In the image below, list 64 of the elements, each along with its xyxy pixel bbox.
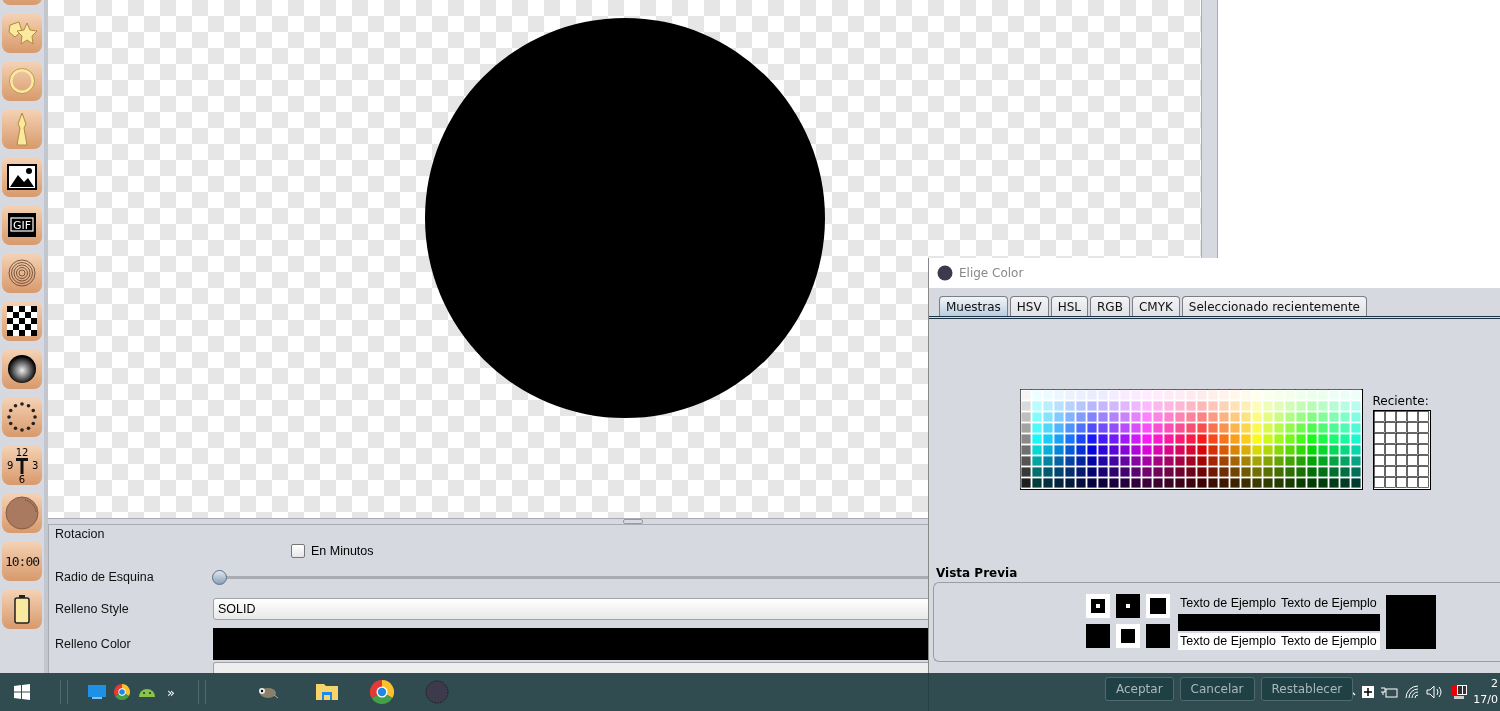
tool-button[interactable]: [2, 589, 42, 629]
stars-icon: [7, 19, 37, 47]
windows-start-icon[interactable]: [14, 684, 30, 700]
plus-icon[interactable]: [1362, 686, 1374, 698]
checkerboard-icon: [5, 304, 39, 338]
browser-icon[interactable]: [114, 684, 130, 700]
tool-button[interactable]: 12 9 3 6: [2, 445, 42, 485]
tool-button[interactable]: [2, 349, 42, 389]
image-icon: [7, 164, 37, 190]
taskbar-separator: [60, 680, 68, 704]
tab[interactable]: Seleccionado recientemente: [1181, 296, 1367, 316]
animal-mascot-icon[interactable]: [256, 685, 278, 699]
taskbar-separator: [198, 680, 206, 704]
checkbox[interactable]: [291, 544, 305, 558]
tab[interactable]: CMYK: [1131, 296, 1180, 316]
tool-button[interactable]: [2, 157, 42, 197]
splitter-handle[interactable]: [623, 519, 643, 524]
folder-icon[interactable]: [316, 682, 338, 702]
section-title: Vista Previa: [936, 566, 1019, 580]
battery-icon: [14, 594, 30, 624]
dialog-button[interactable]: Aceptar: [1105, 677, 1174, 701]
tab[interactable]: HSL: [1050, 296, 1089, 316]
wifi-icon[interactable]: [1404, 685, 1420, 699]
pointer-icon: [15, 112, 29, 146]
gauge-icon: [5, 496, 39, 530]
tool-button[interactable]: 10:00: [2, 541, 42, 581]
property-label: Rotacion: [55, 527, 106, 541]
android-icon[interactable]: [138, 686, 156, 698]
app-icon: [937, 265, 953, 281]
tool-button[interactable]: GIF: [2, 205, 42, 245]
window-title: Elige Color: [959, 266, 1024, 280]
color-preview-square: [1386, 595, 1436, 649]
property-label: Radio de Esquina: [55, 570, 155, 584]
tab[interactable]: HSV: [1009, 296, 1049, 316]
dialog-button[interactable]: Restablecer: [1260, 677, 1354, 701]
dial-ticks-icon: [6, 401, 38, 433]
tab[interactable]: RGB: [1090, 296, 1130, 316]
input-indicator-icon[interactable]: [1450, 684, 1468, 700]
property-label: Relleno Color: [55, 637, 132, 651]
tab[interactable]: Muestras: [939, 296, 1008, 316]
clock-text[interactable]: 17/0: [1473, 692, 1498, 708]
more-icons-button[interactable]: »: [160, 673, 182, 711]
clock-text[interactable]: 2: [1491, 676, 1498, 692]
browser-icon[interactable]: [370, 680, 394, 704]
slider-thumb[interactable]: [212, 569, 227, 585]
recent-label: Reciente:: [1372, 394, 1430, 408]
sample-text: Texto de Ejemplo: [1180, 634, 1276, 648]
monitor-icon[interactable]: [88, 685, 106, 699]
sphere-icon: [7, 354, 37, 384]
sample-text: Texto de Ejemplo: [1280, 596, 1377, 610]
ring-icon: [8, 67, 36, 95]
digital-clock-icon: 10:00: [4, 553, 40, 569]
battery-plug-icon[interactable]: [1380, 686, 1398, 698]
gif-icon: GIF: [7, 212, 37, 238]
speaker-icon[interactable]: [1426, 685, 1444, 699]
color-swatch-grid[interactable]: [1019, 389, 1363, 490]
sample-text: Texto de Ejemplo: [1280, 634, 1377, 648]
tool-button[interactable]: [2, 397, 42, 437]
property-label: Relleno Style: [55, 602, 130, 616]
recent-color-grid[interactable]: [1372, 410, 1431, 490]
dialog-button[interactable]: Cancelar: [1179, 677, 1255, 701]
checkbox-label: En Minutos: [311, 544, 374, 558]
concentric-circles-icon: [7, 258, 37, 288]
tool-button[interactable]: [2, 301, 42, 341]
